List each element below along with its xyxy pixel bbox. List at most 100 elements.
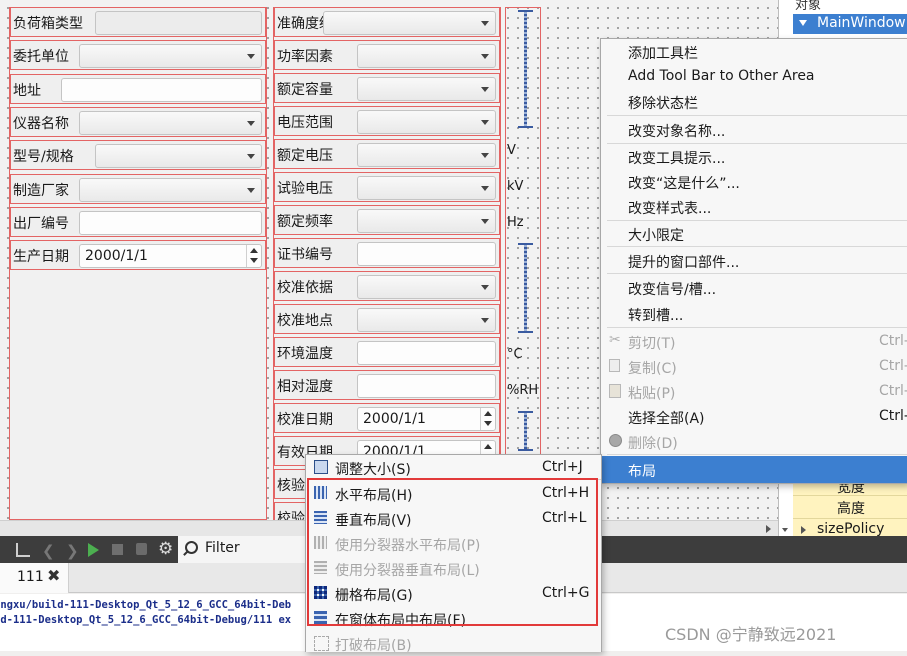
field-label: 额定容量 — [277, 82, 333, 98]
unit-vertical-layout[interactable] — [505, 7, 541, 520]
field-label: 核验 — [277, 478, 305, 494]
tab-111[interactable]: 111 ✖ — [0, 563, 69, 593]
form-row: 委托单位 — [10, 40, 266, 71]
dropdown-arrow-icon[interactable] — [481, 285, 489, 290]
menu-item-select-all[interactable]: 选择全部(A) Ctrl- — [601, 404, 907, 429]
expand-arrow-icon[interactable] — [799, 20, 807, 26]
combo-box[interactable] — [79, 110, 262, 135]
form-row: 试验电压 — [274, 172, 500, 202]
object-inspector-header: 对象 — [795, 0, 822, 13]
dropdown-arrow-icon[interactable] — [481, 54, 489, 59]
menu-item-size-constraints[interactable]: 大小限定 — [601, 221, 907, 246]
menu-item-cut[interactable]: ✂ 剪切(T) Ctrl- — [601, 329, 907, 354]
text-input[interactable] — [357, 341, 496, 365]
field-label: 试验电压 — [277, 181, 333, 197]
spin-down-icon[interactable] — [250, 258, 258, 264]
vertical-spacer[interactable] — [518, 411, 533, 451]
dropdown-arrow-icon[interactable] — [481, 21, 489, 26]
menu-item-change-whats-this[interactable]: 改变“这是什么”... — [601, 169, 907, 194]
combo-box[interactable] — [357, 110, 496, 134]
spin-up-icon[interactable] — [484, 411, 492, 416]
break-layout-icon — [314, 636, 329, 651]
property-row[interactable]: 高度 — [793, 495, 907, 518]
combo-box[interactable] — [357, 143, 496, 167]
dropdown-arrow-icon[interactable] — [481, 219, 489, 224]
menu-item-change-signals-slots[interactable]: 改变信号/槽... — [601, 275, 907, 300]
spin-up-icon[interactable] — [250, 248, 258, 254]
dropdown-arrow-icon[interactable] — [481, 120, 489, 125]
date-value: 2000/1/1 — [85, 248, 148, 265]
chevron-right-icon[interactable] — [801, 526, 806, 534]
tree-item-label: MainWindow — [817, 15, 906, 31]
unit-label-rh: %RH — [507, 383, 539, 398]
combo-box[interactable] — [357, 209, 496, 233]
combo-box[interactable] — [323, 11, 496, 35]
close-icon[interactable]: ✖ — [47, 566, 60, 585]
form-row: 电压范围 — [274, 106, 500, 136]
unit-label-kv: kV — [507, 179, 524, 194]
sidebar-toggle-icon[interactable] — [16, 543, 30, 557]
combo-box[interactable] — [357, 176, 496, 200]
menu-item-go-to-slot[interactable]: 转到槽... — [601, 301, 907, 326]
menu-item-add-toolbar-other-area[interactable]: Add Tool Bar to Other Area — [601, 64, 907, 89]
form-row: 功率因素 — [274, 40, 500, 70]
menu-item-copy[interactable]: 复制(C) Ctrl- — [601, 354, 907, 379]
form-row: 负荷箱类型 — [10, 7, 266, 37]
dropdown-arrow-icon[interactable] — [481, 153, 489, 158]
text-input[interactable] — [79, 210, 262, 235]
menu-item-add-toolbar[interactable]: 添加工具栏 — [601, 39, 907, 64]
field-label: 电压范围 — [277, 115, 333, 131]
menu-item-adjust-size[interactable]: 调整大小(S) Ctrl+J — [306, 455, 601, 480]
menu-item-change-tooltip[interactable]: 改变工具提示... — [601, 144, 907, 169]
filter-label: Filter — [205, 540, 240, 556]
scroll-right-arrow-icon[interactable] — [766, 525, 771, 533]
readonly-field[interactable] — [95, 11, 262, 35]
menu-item-change-object-name[interactable]: 改变对象名称... — [601, 117, 907, 142]
stop-icon[interactable] — [112, 544, 123, 555]
forward-icon[interactable]: ❯ — [66, 542, 79, 560]
dropdown-arrow-icon[interactable] — [481, 186, 489, 191]
dropdown-arrow-icon[interactable] — [481, 87, 489, 92]
menu-item-remove-statusbar[interactable]: 移除状态栏 — [601, 89, 907, 114]
combo-box[interactable] — [95, 144, 262, 169]
gear-icon[interactable]: ⚙ — [158, 539, 173, 559]
field-label: 校准依据 — [277, 280, 333, 296]
tree-item-mainwindow[interactable]: MainWindow — [793, 14, 907, 34]
dropdown-arrow-icon[interactable] — [247, 54, 255, 60]
combo-box[interactable] — [79, 44, 262, 69]
combo-box[interactable] — [357, 44, 496, 68]
field-label: 地址 — [13, 82, 41, 99]
scrollbar-down-arrow-icon[interactable] — [779, 524, 791, 536]
spin-up-icon[interactable] — [484, 444, 492, 449]
back-icon[interactable]: ❮ — [42, 542, 55, 560]
run-icon[interactable] — [88, 543, 99, 557]
menu-item-paste[interactable]: 粘贴(P) Ctrl- — [601, 379, 907, 404]
menu-item-change-stylesheet[interactable]: 改变样式表... — [601, 194, 907, 219]
menu-item-layout[interactable]: 布局 — [601, 456, 907, 483]
date-edit[interactable]: 2000/1/1 — [357, 407, 496, 431]
combo-box[interactable] — [357, 275, 496, 299]
dropdown-arrow-icon[interactable] — [247, 154, 255, 160]
menu-item-promoted-widgets[interactable]: 提升的窗口部件... — [601, 248, 907, 273]
dropdown-arrow-icon[interactable] — [481, 318, 489, 323]
spin-buttons[interactable] — [480, 408, 495, 430]
date-edit[interactable]: 2000/1/1 — [79, 244, 262, 269]
text-input[interactable] — [61, 77, 262, 102]
text-input[interactable] — [357, 242, 496, 266]
menu-item-break-layout[interactable]: 打破布局(B) — [306, 631, 601, 656]
vertical-spacer[interactable] — [518, 243, 533, 333]
dropdown-arrow-icon[interactable] — [247, 187, 255, 193]
debug-icon[interactable] — [136, 543, 147, 555]
dropdown-arrow-icon[interactable] — [247, 120, 255, 126]
vertical-spacer[interactable] — [518, 10, 533, 128]
field-label: 负荷箱类型 — [13, 16, 83, 32]
context-menu: 添加工具栏 Add Tool Bar to Other Area 移除状态栏 改… — [600, 38, 907, 484]
field-label: 额定频率 — [277, 214, 333, 230]
spin-buttons[interactable] — [246, 245, 261, 268]
spin-down-icon[interactable] — [484, 421, 492, 426]
text-input[interactable] — [357, 374, 496, 398]
combo-box[interactable] — [357, 308, 496, 332]
combo-box[interactable] — [357, 77, 496, 101]
menu-item-delete[interactable]: 删除(D) — [601, 429, 907, 454]
combo-box[interactable] — [79, 177, 262, 202]
